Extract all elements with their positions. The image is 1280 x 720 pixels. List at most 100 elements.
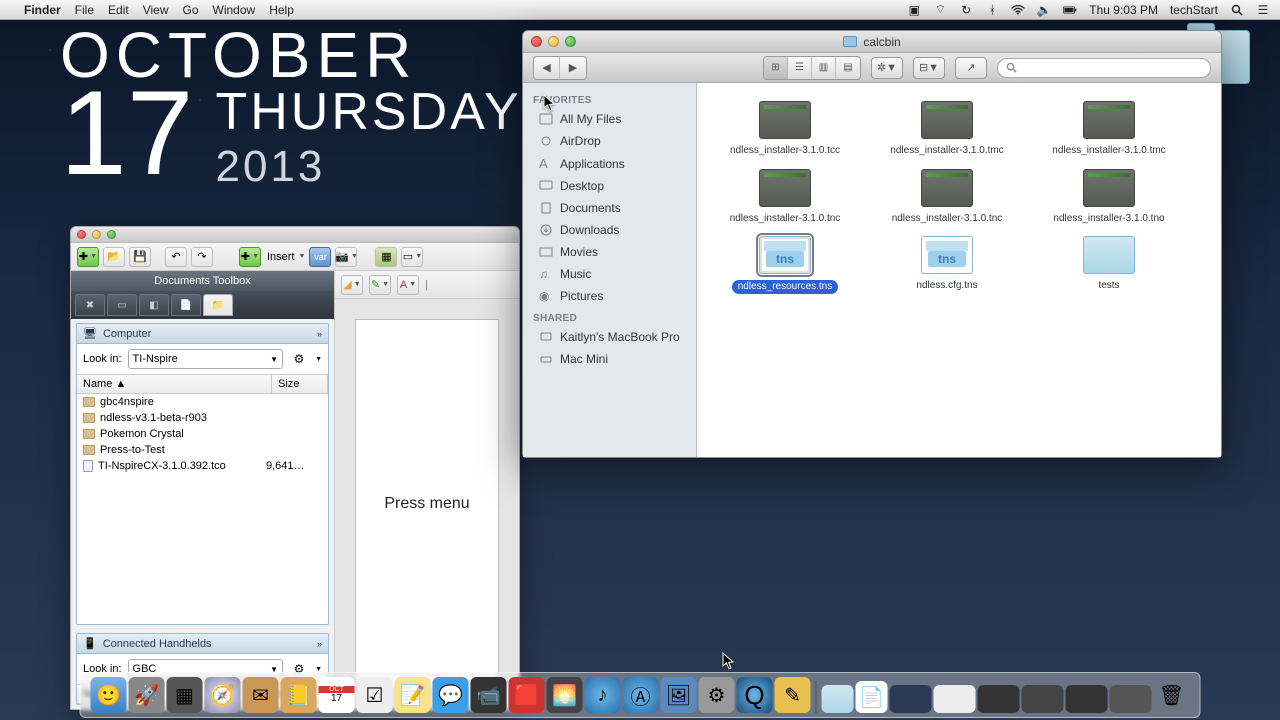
collapse-icon[interactable]: » xyxy=(317,329,322,339)
dock-reminders-icon[interactable]: ☑ xyxy=(357,677,393,713)
sidebar-item-pictures[interactable]: ◉Pictures xyxy=(523,285,696,307)
dock-min-5[interactable] xyxy=(1066,685,1108,713)
lookin-combo[interactable]: TI-Nspire▼ xyxy=(128,349,284,369)
battery-icon[interactable] xyxy=(1063,3,1077,17)
close-button[interactable] xyxy=(77,230,86,239)
sidebar-item-airdrop[interactable]: AirDrop xyxy=(523,130,696,152)
file-item[interactable]: tests xyxy=(1029,232,1189,298)
gear-icon[interactable]: ⚙ xyxy=(289,349,309,369)
save-button[interactable]: 💾 xyxy=(129,247,151,267)
list-item[interactable]: TI-NspireCX-3.1.0.392.tco9,641… xyxy=(77,458,328,474)
dock-folder-2[interactable]: 📄 xyxy=(856,681,888,713)
icon-view-button[interactable]: ⊞ xyxy=(764,57,788,79)
dock-launchpad-icon[interactable]: 🚀 xyxy=(129,677,165,713)
dock-folder-1[interactable] xyxy=(822,685,854,713)
dock-notes-icon[interactable]: 📝 xyxy=(395,677,431,713)
nspire-titlebar[interactable] xyxy=(71,227,519,243)
col-size[interactable]: Size xyxy=(272,375,328,393)
arrange-menu-button[interactable]: ⊟▼ xyxy=(913,57,945,79)
toolbox-tab-1[interactable]: ✖ xyxy=(75,294,105,316)
dock-mail-icon[interactable]: ✉ xyxy=(243,677,279,713)
dock-contacts-icon[interactable]: 📒 xyxy=(281,677,317,713)
menu-file[interactable]: File xyxy=(75,3,94,17)
list-item[interactable]: Pokemon Crystal xyxy=(77,426,328,442)
capture-button[interactable]: 📷 xyxy=(335,247,357,267)
dock-min-2[interactable] xyxy=(934,685,976,713)
toolbox-tab-5[interactable]: 📁 xyxy=(203,294,233,316)
col-name[interactable]: Name ▲ xyxy=(77,375,272,393)
sidebar-item-shared-2[interactable]: Mac Mini xyxy=(523,348,696,370)
notification-center-icon[interactable]: ☰ xyxy=(1256,3,1270,17)
sidebar-item-movies[interactable]: Movies xyxy=(523,241,696,263)
display-icon[interactable]: ▣ xyxy=(907,3,921,17)
volume-icon[interactable]: 🔈 xyxy=(1037,3,1051,17)
redo-button[interactable]: ↷ xyxy=(191,247,213,267)
file-item[interactable]: ndless.cfg.tns xyxy=(867,232,1027,298)
bluetooth-icon[interactable]: ᚼ xyxy=(985,3,999,17)
toolbox-tab-2[interactable]: ▭ xyxy=(107,294,137,316)
view-mode-segment[interactable]: ⊞ ☰ ▥ ▤ xyxy=(763,56,861,80)
list-item[interactable]: Press-to-Test xyxy=(77,442,328,458)
dock-safari-icon[interactable]: 🧭 xyxy=(205,677,241,713)
sidebar-item-music[interactable]: ♫Music xyxy=(523,263,696,285)
dock-min-4[interactable] xyxy=(1022,685,1064,713)
open-button[interactable]: 📂 xyxy=(103,247,125,267)
dock-itunes-icon[interactable]: ♪ xyxy=(585,677,621,713)
search-input[interactable] xyxy=(997,58,1211,78)
new-doc-button[interactable]: ✚ xyxy=(77,247,99,267)
dock-iphoto-icon[interactable]: 🌅 xyxy=(547,677,583,713)
file-item[interactable]: ndless_installer-3.1.0.tmc xyxy=(1029,97,1189,161)
file-item[interactable]: ndless_installer-3.1.0.tcc xyxy=(705,97,865,161)
dock-nspire-icon[interactable]: ✎ xyxy=(775,677,811,713)
dock-quicktime-icon[interactable]: Q xyxy=(737,677,773,713)
toolbox-tab-4[interactable]: 📄 xyxy=(171,294,201,316)
page-button[interactable]: ▭ xyxy=(401,247,423,267)
dock-finder-icon[interactable]: 🙂 xyxy=(91,677,127,713)
dock-photobooth-icon[interactable]: 🟥 xyxy=(509,677,545,713)
layout-button[interactable]: ▦ xyxy=(375,247,397,267)
dock-preview-icon[interactable]: 🖼 xyxy=(661,677,697,713)
menubar-clock[interactable]: Thu 9:03 PM xyxy=(1089,3,1158,17)
line-color-button[interactable]: ✎ xyxy=(369,275,391,295)
action-menu-button[interactable]: ✲▼ xyxy=(871,57,903,79)
file-item[interactable]: ndless_installer-3.1.0.tno xyxy=(1029,165,1189,229)
fill-color-button[interactable]: ◢ xyxy=(341,275,363,295)
dock-missioncontrol-icon[interactable]: ▦ xyxy=(167,677,203,713)
menu-edit[interactable]: Edit xyxy=(108,3,129,17)
sidebar-item-downloads[interactable]: Downloads xyxy=(523,219,696,241)
dock-systemprefs-icon[interactable]: ⚙ xyxy=(699,677,735,713)
dock-trash-icon[interactable]: 🗑 xyxy=(1154,677,1190,713)
sync-icon[interactable]: ⌔ xyxy=(933,3,947,17)
dock-calendar-icon[interactable]: OCT17 xyxy=(319,677,355,713)
menu-view[interactable]: View xyxy=(143,3,169,17)
sidebar-item-desktop[interactable]: Desktop xyxy=(523,175,696,197)
list-item[interactable]: gbc4nspire xyxy=(77,394,328,410)
sidebar-item-documents[interactable]: Documents xyxy=(523,197,696,219)
document-page[interactable]: Press menu xyxy=(355,319,499,689)
finder-titlebar[interactable]: calcbin xyxy=(523,31,1221,53)
insert-menu-button[interactable]: ✚ xyxy=(239,247,261,267)
file-item[interactable]: ndless_resources.tns xyxy=(705,232,865,298)
menu-go[interactable]: Go xyxy=(183,3,199,17)
computer-file-list[interactable]: gbc4nspire ndless-v3.1-beta-r903 Pokemon… xyxy=(77,394,328,624)
wifi-icon[interactable] xyxy=(1011,3,1025,17)
menu-window[interactable]: Window xyxy=(213,3,256,17)
zoom-button[interactable] xyxy=(107,230,116,239)
text-color-button[interactable]: A xyxy=(397,275,419,295)
dock-appstore-icon[interactable]: Ⓐ xyxy=(623,677,659,713)
file-item[interactable]: ndless_installer-3.1.0.tmc xyxy=(867,97,1027,161)
file-item[interactable]: ndless_installer-3.1.0.tnc xyxy=(705,165,865,229)
share-button[interactable]: ↗ xyxy=(955,57,987,79)
var-button[interactable]: var xyxy=(309,247,331,267)
sidebar-item-applications[interactable]: AApplications xyxy=(523,152,696,175)
menu-help[interactable]: Help xyxy=(269,3,294,17)
back-button[interactable]: ◀ xyxy=(534,57,560,79)
coverflow-view-button[interactable]: ▤ xyxy=(836,57,860,79)
dock-min-1[interactable] xyxy=(890,685,932,713)
dock-messages-icon[interactable]: 💬 xyxy=(433,677,469,713)
spotlight-icon[interactable] xyxy=(1230,3,1244,17)
collapse-icon[interactable]: » xyxy=(317,639,322,649)
timemachine-icon[interactable]: ↻ xyxy=(959,3,973,17)
sidebar-item-all-my-files[interactable]: All My Files xyxy=(523,108,696,130)
finder-content[interactable]: ndless_installer-3.1.0.tccndless_install… xyxy=(697,83,1221,457)
